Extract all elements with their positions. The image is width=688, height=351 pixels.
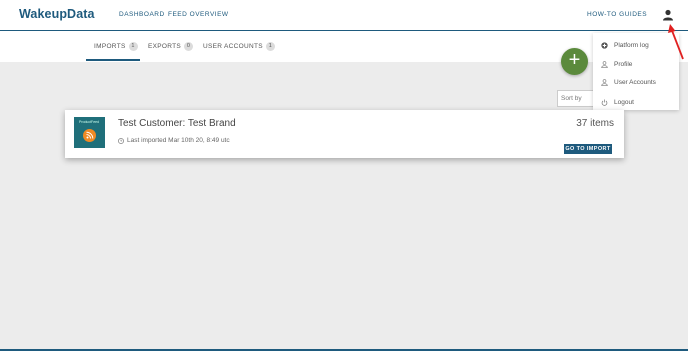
sort-by-select[interactable]: Sort by (557, 90, 597, 107)
menu-item-profile[interactable]: Profile (601, 59, 632, 69)
menu-item-label: User Accounts (614, 78, 656, 86)
menu-item-label: Profile (614, 60, 633, 68)
feed-thumbnail: ProductFeed (74, 117, 105, 148)
add-import-button[interactable]: + (561, 48, 588, 75)
tab-label: EXPORTS (148, 42, 182, 50)
nav-dashboard-link[interactable]: DASHBOARD (119, 11, 165, 18)
top-navigation-bar: WakeupData DASHBOARD FEED OVERVIEW HOW-T… (0, 0, 688, 31)
tab-count-badge: 1 (265, 41, 275, 51)
red-arrow-annotation (668, 24, 684, 60)
tab-count-badge: 0 (184, 41, 194, 51)
active-tab-indicator (86, 59, 140, 61)
import-meta: Last imported Mar 10th 20, 8:49 utc (118, 137, 230, 144)
user-menu-icon[interactable] (662, 9, 674, 21)
rss-glyph-icon (86, 131, 94, 139)
tab-label: IMPORTS (94, 42, 126, 50)
menu-item-logout[interactable]: Logout (601, 97, 634, 107)
go-to-import-button[interactable]: GO TO IMPORT (564, 144, 612, 154)
person-icon (601, 78, 608, 86)
last-imported-text: Last imported Mar 10th 20, 8:49 utc (127, 137, 230, 144)
plus-circle-icon (601, 41, 608, 49)
menu-item-platform-log[interactable]: Platform log (601, 40, 649, 50)
power-icon (601, 99, 608, 106)
tab-imports[interactable]: IMPORTS 1 (94, 41, 138, 51)
tab-user-accounts[interactable]: USER ACCOUNTS 1 (203, 41, 275, 51)
tab-count-badge: 1 (128, 41, 138, 51)
menu-item-label: Platform log (614, 41, 649, 49)
tab-label: USER ACCOUNTS (203, 42, 263, 50)
tab-exports[interactable]: EXPORTS 0 (148, 41, 194, 51)
nav-feed-overview-link[interactable]: FEED OVERVIEW (168, 11, 229, 18)
import-title: Test Customer: Test Brand (118, 118, 236, 129)
import-card[interactable]: ProductFeed Test Customer: Test Brand La… (65, 110, 624, 158)
rss-icon (83, 129, 96, 142)
nav-how-to-guides-link[interactable]: HOW-TO GUIDES (587, 11, 647, 18)
menu-item-label: Logout (614, 98, 634, 106)
menu-item-user-accounts[interactable]: User Accounts (601, 77, 656, 87)
person-icon (601, 60, 608, 68)
clock-icon (118, 137, 124, 144)
thumbnail-text: ProductFeed (79, 120, 100, 124)
app-logo[interactable]: WakeupData (19, 7, 95, 21)
item-count: 37 items (576, 118, 614, 129)
